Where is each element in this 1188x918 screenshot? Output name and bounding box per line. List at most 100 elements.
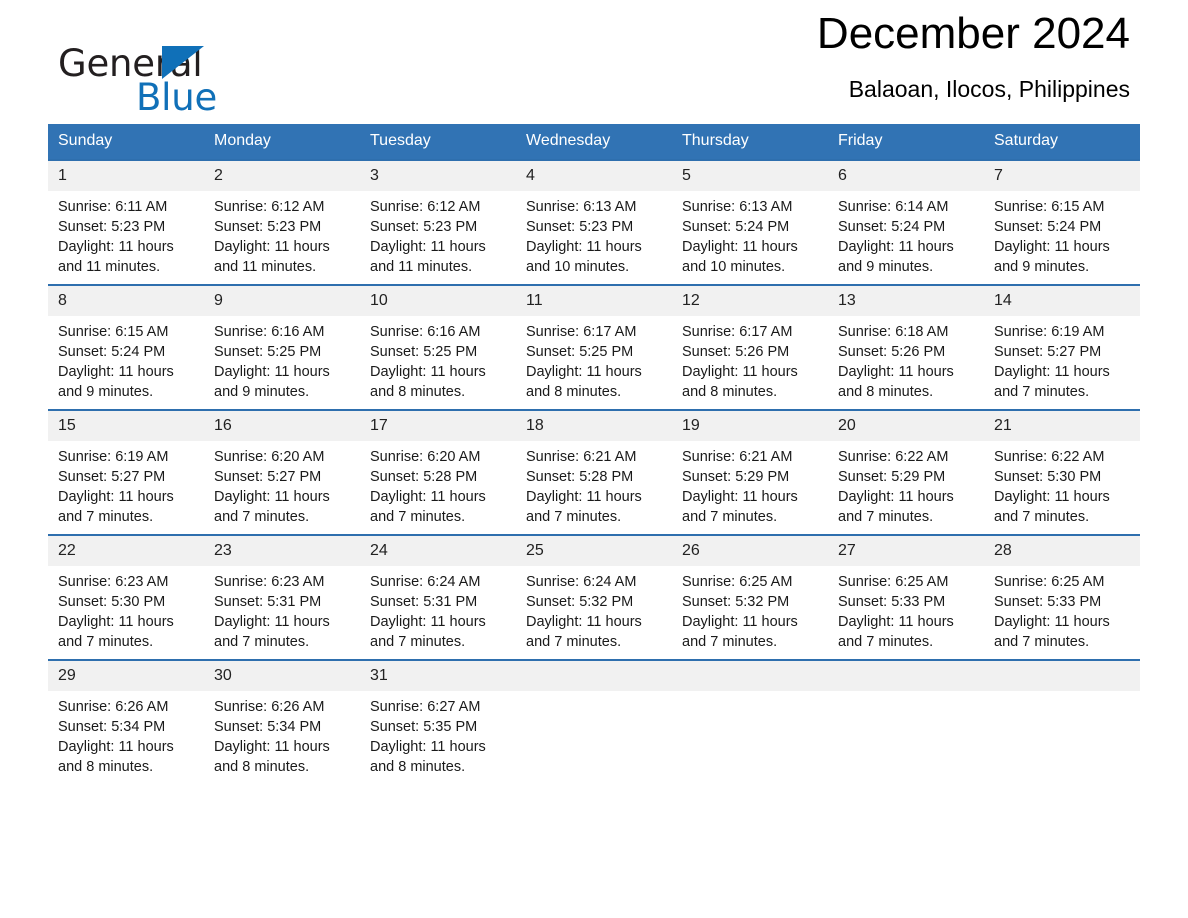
- day-cell[interactable]: 17 Sunrise: 6:20 AM Sunset: 5:28 PM Dayl…: [360, 409, 516, 535]
- sunset-line: Sunset: 5:26 PM: [838, 344, 946, 360]
- day-cell[interactable]: 27 Sunrise: 6:25 AM Sunset: 5:33 PM Dayl…: [828, 534, 984, 660]
- day-number: 15: [48, 411, 204, 441]
- day-cell[interactable]: 5 Sunrise: 6:13 AM Sunset: 5:24 PM Dayli…: [672, 159, 828, 285]
- day-number: 19: [672, 411, 828, 441]
- day-details: [828, 691, 984, 697]
- daylight-line-1: Daylight: 11 hours: [682, 489, 798, 505]
- sunrise-line: Sunrise: 6:25 AM: [838, 574, 949, 590]
- day-number: 9: [204, 286, 360, 316]
- day-cell[interactable]: 12 Sunrise: 6:17 AM Sunset: 5:26 PM Dayl…: [672, 284, 828, 410]
- daylight-line-1: Daylight: 11 hours: [370, 739, 486, 755]
- day-details: Sunrise: 6:26 AM Sunset: 5:34 PM Dayligh…: [204, 691, 360, 777]
- sunset-line: Sunset: 5:31 PM: [370, 594, 478, 610]
- daylight-line-1: Daylight: 11 hours: [370, 614, 486, 630]
- sunrise-line: Sunrise: 6:22 AM: [994, 449, 1105, 465]
- day-number: [828, 661, 984, 691]
- logo-text-blue: Blue: [136, 76, 218, 119]
- day-cell[interactable]: 19 Sunrise: 6:21 AM Sunset: 5:29 PM Dayl…: [672, 409, 828, 535]
- sunset-line: Sunset: 5:25 PM: [214, 344, 322, 360]
- sunset-line: Sunset: 5:34 PM: [214, 719, 322, 735]
- day-details: Sunrise: 6:27 AM Sunset: 5:35 PM Dayligh…: [360, 691, 516, 777]
- blue-triangle-icon: [162, 46, 204, 79]
- day-cell[interactable]: 22 Sunrise: 6:23 AM Sunset: 5:30 PM Dayl…: [48, 534, 204, 660]
- day-cell[interactable]: 3 Sunrise: 6:12 AM Sunset: 5:23 PM Dayli…: [360, 159, 516, 285]
- day-cell[interactable]: 7 Sunrise: 6:15 AM Sunset: 5:24 PM Dayli…: [984, 159, 1140, 285]
- day-cell[interactable]: 2 Sunrise: 6:12 AM Sunset: 5:23 PM Dayli…: [204, 159, 360, 285]
- day-cell[interactable]: 30 Sunrise: 6:26 AM Sunset: 5:34 PM Dayl…: [204, 659, 360, 784]
- sunset-line: Sunset: 5:27 PM: [994, 344, 1102, 360]
- daylight-line-1: Daylight: 11 hours: [214, 739, 330, 755]
- day-cell[interactable]: 29 Sunrise: 6:26 AM Sunset: 5:34 PM Dayl…: [48, 659, 204, 784]
- day-details: Sunrise: 6:16 AM Sunset: 5:25 PM Dayligh…: [360, 316, 516, 402]
- daylight-line-2: and 7 minutes.: [526, 634, 622, 650]
- day-details: Sunrise: 6:23 AM Sunset: 5:31 PM Dayligh…: [204, 566, 360, 652]
- day-number: 7: [984, 161, 1140, 191]
- page-title: December 2024: [816, 9, 1130, 58]
- sunset-line: Sunset: 5:33 PM: [994, 594, 1102, 610]
- daylight-line-1: Daylight: 11 hours: [214, 489, 330, 505]
- day-cell[interactable]: 28 Sunrise: 6:25 AM Sunset: 5:33 PM Dayl…: [984, 534, 1140, 660]
- day-cell[interactable]: 13 Sunrise: 6:18 AM Sunset: 5:26 PM Dayl…: [828, 284, 984, 410]
- weekday-header-thursday: Thursday: [672, 124, 828, 160]
- day-cell[interactable]: 21 Sunrise: 6:22 AM Sunset: 5:30 PM Dayl…: [984, 409, 1140, 535]
- daylight-line-2: and 9 minutes.: [58, 384, 154, 400]
- day-number: 1: [48, 161, 204, 191]
- daylight-line-2: and 9 minutes.: [838, 259, 934, 275]
- day-number: [984, 661, 1140, 691]
- day-cell[interactable]: 6 Sunrise: 6:14 AM Sunset: 5:24 PM Dayli…: [828, 159, 984, 285]
- day-cell[interactable]: 24 Sunrise: 6:24 AM Sunset: 5:31 PM Dayl…: [360, 534, 516, 660]
- daylight-line-2: and 11 minutes.: [58, 259, 161, 275]
- day-cell[interactable]: 31 Sunrise: 6:27 AM Sunset: 5:35 PM Dayl…: [360, 659, 516, 784]
- day-cell[interactable]: 1 Sunrise: 6:11 AM Sunset: 5:23 PM Dayli…: [48, 159, 204, 285]
- daylight-line-1: Daylight: 11 hours: [526, 489, 642, 505]
- daylight-line-1: Daylight: 11 hours: [682, 364, 798, 380]
- day-cell[interactable]: 18 Sunrise: 6:21 AM Sunset: 5:28 PM Dayl…: [516, 409, 672, 535]
- day-number: 21: [984, 411, 1140, 441]
- sunrise-line: Sunrise: 6:21 AM: [682, 449, 793, 465]
- sunset-line: Sunset: 5:23 PM: [370, 219, 478, 235]
- sunrise-line: Sunrise: 6:11 AM: [58, 199, 168, 215]
- day-cell[interactable]: 9 Sunrise: 6:16 AM Sunset: 5:25 PM Dayli…: [204, 284, 360, 410]
- calendar-table: Sunday Monday Tuesday Wednesday Thursday…: [48, 124, 1140, 784]
- day-cell[interactable]: 20 Sunrise: 6:22 AM Sunset: 5:29 PM Dayl…: [828, 409, 984, 535]
- day-details: Sunrise: 6:13 AM Sunset: 5:23 PM Dayligh…: [516, 191, 672, 277]
- day-details: Sunrise: 6:20 AM Sunset: 5:27 PM Dayligh…: [204, 441, 360, 527]
- daylight-line-1: Daylight: 11 hours: [526, 239, 642, 255]
- day-cell[interactable]: 8 Sunrise: 6:15 AM Sunset: 5:24 PM Dayli…: [48, 284, 204, 410]
- sunrise-line: Sunrise: 6:15 AM: [994, 199, 1105, 215]
- day-details: Sunrise: 6:17 AM Sunset: 5:26 PM Dayligh…: [672, 316, 828, 402]
- daylight-line-2: and 7 minutes.: [682, 509, 778, 525]
- sunrise-line: Sunrise: 6:18 AM: [838, 324, 949, 340]
- day-cell[interactable]: 15 Sunrise: 6:19 AM Sunset: 5:27 PM Dayl…: [48, 409, 204, 535]
- daylight-line-1: Daylight: 11 hours: [994, 239, 1110, 255]
- week-row: 8 Sunrise: 6:15 AM Sunset: 5:24 PM Dayli…: [48, 284, 1140, 410]
- day-number: 29: [48, 661, 204, 691]
- daylight-line-2: and 7 minutes.: [838, 509, 934, 525]
- daylight-line-2: and 8 minutes.: [526, 384, 622, 400]
- day-cell[interactable]: 25 Sunrise: 6:24 AM Sunset: 5:32 PM Dayl…: [516, 534, 672, 660]
- sunrise-line: Sunrise: 6:16 AM: [214, 324, 325, 340]
- day-details: [984, 691, 1140, 697]
- sunrise-line: Sunrise: 6:16 AM: [370, 324, 481, 340]
- day-cell[interactable]: 10 Sunrise: 6:16 AM Sunset: 5:25 PM Dayl…: [360, 284, 516, 410]
- day-cell[interactable]: 16 Sunrise: 6:20 AM Sunset: 5:27 PM Dayl…: [204, 409, 360, 535]
- day-details: Sunrise: 6:22 AM Sunset: 5:30 PM Dayligh…: [984, 441, 1140, 527]
- day-cell[interactable]: 11 Sunrise: 6:17 AM Sunset: 5:25 PM Dayl…: [516, 284, 672, 410]
- day-cell[interactable]: 14 Sunrise: 6:19 AM Sunset: 5:27 PM Dayl…: [984, 284, 1140, 410]
- sunrise-line: Sunrise: 6:12 AM: [370, 199, 481, 215]
- sunset-line: Sunset: 5:23 PM: [526, 219, 634, 235]
- day-cell[interactable]: 26 Sunrise: 6:25 AM Sunset: 5:32 PM Dayl…: [672, 534, 828, 660]
- day-cell[interactable]: 23 Sunrise: 6:23 AM Sunset: 5:31 PM Dayl…: [204, 534, 360, 660]
- day-cell-empty: [516, 659, 672, 784]
- daylight-line-2: and 10 minutes.: [682, 259, 786, 275]
- day-details: Sunrise: 6:19 AM Sunset: 5:27 PM Dayligh…: [984, 316, 1140, 402]
- sunset-line: Sunset: 5:33 PM: [838, 594, 946, 610]
- day-details: Sunrise: 6:19 AM Sunset: 5:27 PM Dayligh…: [48, 441, 204, 527]
- day-cell[interactable]: 4 Sunrise: 6:13 AM Sunset: 5:23 PM Dayli…: [516, 159, 672, 285]
- week-row: 29 Sunrise: 6:26 AM Sunset: 5:34 PM Dayl…: [48, 659, 1140, 784]
- daylight-line-2: and 7 minutes.: [838, 634, 934, 650]
- day-details: Sunrise: 6:18 AM Sunset: 5:26 PM Dayligh…: [828, 316, 984, 402]
- daylight-line-2: and 7 minutes.: [994, 634, 1090, 650]
- day-number: 2: [204, 161, 360, 191]
- day-number: 31: [360, 661, 516, 691]
